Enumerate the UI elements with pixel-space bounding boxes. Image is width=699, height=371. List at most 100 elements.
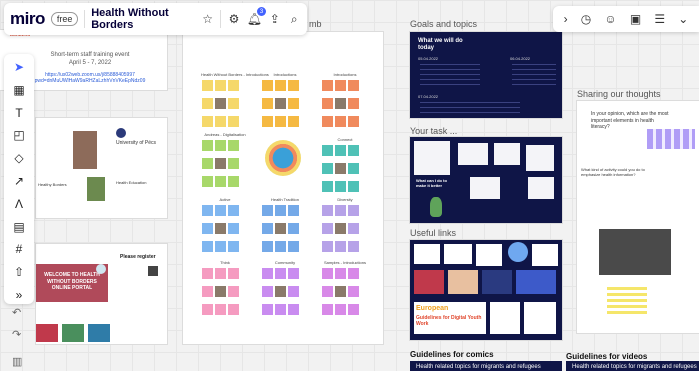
sticky-note[interactable] (288, 98, 299, 109)
videos-bar[interactable]: Health related topics for migrants and r… (566, 361, 699, 371)
sticky-note[interactable] (228, 176, 239, 187)
frame-icon[interactable]: # (8, 241, 30, 259)
more-tools-icon[interactable]: » (8, 286, 30, 304)
links-frame[interactable]: European Guidelines for Digital Youth Wo… (410, 240, 562, 340)
link-card-1[interactable] (414, 244, 440, 264)
redo-icon[interactable]: ↷ (12, 328, 21, 341)
link-card-european[interactable]: European Guidelines for Digital Youth Wo… (414, 302, 486, 334)
comment-icon[interactable]: ▤ (8, 218, 30, 236)
sticky-note[interactable] (228, 304, 239, 315)
sticky-note[interactable] (202, 80, 213, 91)
sticky-note[interactable] (322, 80, 333, 91)
present-icon[interactable]: ▣ (630, 12, 641, 26)
sticky-note[interactable] (348, 181, 359, 192)
link-card-3[interactable] (476, 244, 502, 266)
participant-photo[interactable] (335, 98, 346, 109)
sticky-note[interactable] (262, 241, 273, 252)
sticky-note[interactable] (275, 116, 286, 127)
sticky-note[interactable] (202, 286, 213, 297)
sticky-note[interactable] (348, 205, 359, 216)
sticky-note[interactable] (202, 176, 213, 187)
sticky-note[interactable] (348, 223, 359, 234)
sticky-note[interactable] (335, 145, 346, 156)
sticky-note[interactable] (348, 268, 359, 279)
sticky-group[interactable]: Andreas - Digitalisation (201, 132, 249, 193)
sticky-note[interactable] (202, 268, 213, 279)
sticky-group[interactable]: Diversity (321, 197, 369, 258)
goals-frame[interactable]: What we will do today 05.04.2022 06.04.2… (410, 32, 562, 118)
panel-icon[interactable]: ▥ (12, 355, 22, 368)
link-card-8[interactable] (516, 270, 556, 294)
timer-icon[interactable]: ◷ (581, 12, 591, 26)
sticky-note[interactable] (275, 241, 286, 252)
sticky-note[interactable] (228, 205, 239, 216)
sticky-note[interactable] (228, 241, 239, 252)
participant-photo[interactable] (335, 163, 346, 174)
sticky-note[interactable] (322, 163, 333, 174)
participant-photo[interactable] (335, 286, 346, 297)
sticky-note[interactable] (322, 205, 333, 216)
templates-icon[interactable]: ▦ (8, 81, 30, 99)
link-card-5[interactable] (414, 270, 444, 294)
sticky-note[interactable] (322, 223, 333, 234)
text-icon[interactable]: T (8, 104, 30, 122)
sticky-note[interactable] (228, 286, 239, 297)
sticky-note[interactable] (348, 163, 359, 174)
sticky-note[interactable] (202, 98, 213, 109)
sticky-note[interactable] (348, 116, 359, 127)
team-introductions-board[interactable]: Health Without Borders - Introductions In… (183, 32, 383, 344)
sticky-note[interactable] (335, 268, 346, 279)
sticky-note[interactable] (228, 223, 239, 234)
sticky-note[interactable] (335, 205, 346, 216)
sticky-note[interactable] (262, 205, 273, 216)
sticky-note[interactable] (322, 145, 333, 156)
sticky-group[interactable]: Health Tradition (261, 197, 309, 258)
sticky-note[interactable] (348, 241, 359, 252)
link-card-10[interactable] (524, 302, 556, 334)
sticky-note[interactable] (215, 176, 226, 187)
cursor-icon[interactable]: ➤ (8, 58, 30, 76)
miro-logo[interactable]: miro (10, 9, 45, 29)
participant-photo[interactable] (275, 223, 286, 234)
comics-bar[interactable]: Health related topics for migrants and r… (410, 361, 562, 371)
portal-frame[interactable]: WELCOME TO HEALTH WITHOUT BORDERS ONLINE… (36, 244, 167, 344)
university-frame[interactable]: University of Pécs Healthy Borders Healt… (36, 118, 167, 218)
task-frame[interactable]: What can I do to make it better (410, 137, 562, 223)
sticky-note[interactable] (215, 140, 226, 151)
sticky-note[interactable] (348, 304, 359, 315)
sticky-note[interactable] (322, 286, 333, 297)
event-link-2[interactable]: pwd=dnMuUWlHaW9aRHZaLzhhVnVKeEpNdz09 (20, 78, 160, 84)
link-card-2[interactable] (444, 244, 472, 264)
sticky-group[interactable]: Connect (321, 137, 369, 198)
plan-badge[interactable]: free (50, 12, 79, 26)
chevron-right-icon[interactable]: › (564, 12, 568, 26)
sticky-note[interactable] (288, 223, 299, 234)
sticky-note[interactable] (288, 268, 299, 279)
sticky-note[interactable] (335, 241, 346, 252)
notes-icon[interactable]: ☰ (654, 12, 665, 26)
sticky-note[interactable] (215, 241, 226, 252)
sticky-note[interactable] (288, 286, 299, 297)
more-chevron-icon[interactable]: ⌄ (678, 12, 688, 26)
sticky-note[interactable] (228, 98, 239, 109)
sticky-note[interactable] (262, 268, 273, 279)
upload-icon[interactable]: ⇪ (268, 11, 282, 27)
sticky-note[interactable] (228, 268, 239, 279)
sticky-note[interactable] (215, 268, 226, 279)
sticky-note[interactable] (335, 116, 346, 127)
sticky-note[interactable] (348, 80, 359, 91)
sticky-group[interactable]: Introductions (261, 72, 309, 133)
sticky-note[interactable] (228, 80, 239, 91)
sticky-note[interactable] (262, 80, 273, 91)
sticky-note[interactable] (348, 98, 359, 109)
sticky-note[interactable] (202, 223, 213, 234)
sticky-note[interactable] (335, 304, 346, 315)
sticky-note[interactable] (202, 241, 213, 252)
sticky-note[interactable] (288, 205, 299, 216)
sharing-frame[interactable]: In your opinion, which are the most impo… (577, 101, 699, 333)
sticky-note[interactable] (348, 145, 359, 156)
participant-photo[interactable] (275, 286, 286, 297)
sticky-note[interactable] (335, 181, 346, 192)
link-card-4[interactable] (532, 244, 558, 266)
sticky-note[interactable] (322, 116, 333, 127)
